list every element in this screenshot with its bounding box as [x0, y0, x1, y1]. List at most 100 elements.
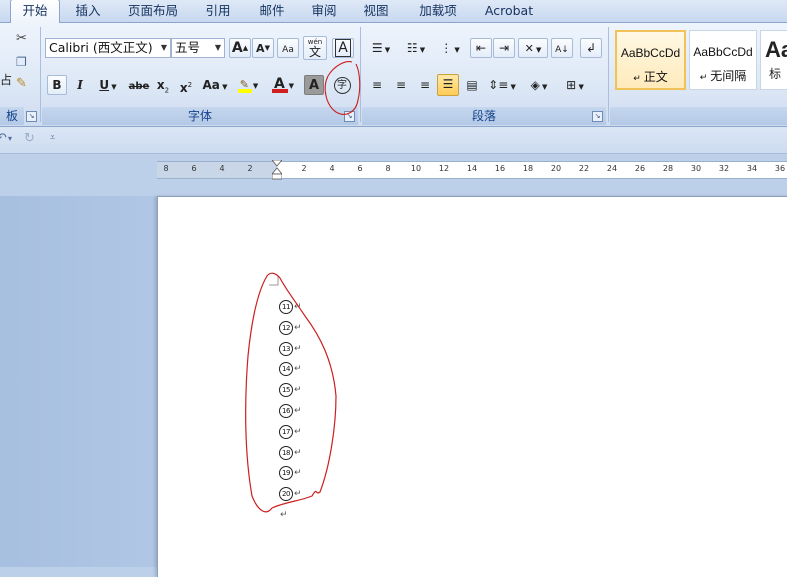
- chevron-down-icon: ▼: [214, 43, 221, 52]
- font-dialog-launcher[interactable]: ↘: [344, 111, 355, 122]
- chinese-layout-button[interactable]: ✕ ▼: [518, 38, 548, 58]
- text-highlight-button[interactable]: ✎ ▼: [233, 74, 265, 96]
- paragraph-dialog-launcher[interactable]: ↘: [592, 111, 603, 122]
- tab-references[interactable]: 引用: [196, 0, 240, 22]
- styles-group-label-bar: [610, 107, 787, 125]
- cut-icon[interactable]: ✂: [16, 31, 27, 46]
- italic-button[interactable]: I: [70, 75, 90, 95]
- customize-toolbar-icon[interactable]: ⩡: [50, 133, 55, 143]
- font-size-dropdown[interactable]: 五号 ▼: [171, 38, 225, 58]
- font-name-dropdown[interactable]: Calibri (西文正文) ▼: [45, 38, 171, 58]
- sort-button[interactable]: A↓: [551, 38, 573, 58]
- enclosed-number: 20: [279, 487, 293, 502]
- font-size-value: 五号: [175, 40, 201, 55]
- document-last-paragraph[interactable]: ↵: [279, 506, 288, 524]
- clear-formatting-button[interactable]: Aa: [277, 38, 299, 58]
- paragraph-mark: ↵: [294, 468, 302, 479]
- subscript-button[interactable]: x2: [153, 75, 173, 95]
- ruler-tick-label: 24: [606, 164, 618, 173]
- style-normal[interactable]: AaBbCcDd ↵ 正文: [615, 30, 686, 90]
- justify-button[interactable]: ☰: [437, 74, 459, 96]
- borders-button[interactable]: ⊞ ▼: [558, 75, 592, 95]
- quick-access-toolbar: ↶ ▾ ↻ ⩡: [0, 127, 787, 154]
- ruler-tick-label: 26: [634, 164, 646, 173]
- font-name-value: Calibri (西文正文): [49, 40, 153, 55]
- document-paragraph[interactable]: 16 ↵: [279, 402, 302, 420]
- copy-icon[interactable]: ❐: [16, 55, 27, 69]
- undo-icon[interactable]: ↶: [0, 131, 7, 146]
- multilevel-list-button[interactable]: ⋮ ▼: [435, 38, 465, 58]
- paragraph-mark: ↵: [280, 510, 288, 520]
- phonetic-guide-button[interactable]: wén 文: [303, 36, 327, 60]
- tab-home[interactable]: 开始: [10, 0, 60, 23]
- format-painter-icon[interactable]: ✎: [16, 76, 27, 91]
- shrink-font-button[interactable]: A▼: [252, 38, 274, 58]
- character-border-button[interactable]: A: [332, 38, 354, 58]
- shading-button[interactable]: ◈ ▼: [522, 75, 556, 95]
- grow-font-icon: A: [231, 40, 243, 56]
- document-paragraph[interactable]: 12 ↵: [279, 319, 302, 337]
- tab-review[interactable]: 审阅: [302, 0, 346, 22]
- document-page[interactable]: 11 ↵ 12 ↵ 13 ↵ 14 ↵ 15 ↵ 16 ↵ 17 ↵ 18 ↵ 19 ↵ 20 ↵ ↵: [157, 196, 787, 577]
- document-paragraph[interactable]: 19 ↵: [279, 464, 302, 482]
- paragraph-mark: ↵: [294, 426, 302, 437]
- numbering-button[interactable]: ☷ ▼: [400, 38, 432, 58]
- ribbon-tab-bar: 开始 插入 页面布局 引用 邮件 审阅 视图 加载项 Acrobat: [0, 0, 787, 23]
- tab-acrobat[interactable]: Acrobat: [478, 0, 540, 22]
- ruler-tick-label: 10: [410, 164, 422, 173]
- enclosed-number: 19: [279, 466, 293, 481]
- change-case-button[interactable]: Aa ▼: [199, 75, 231, 95]
- grow-font-button[interactable]: A▲: [229, 38, 251, 58]
- character-shading-button[interactable]: A: [304, 75, 324, 95]
- tab-mailings[interactable]: 邮件: [250, 0, 294, 22]
- chevron-down-icon[interactable]: ▾: [8, 134, 12, 143]
- paste-label-stub: 占: [0, 73, 13, 87]
- document-paragraph[interactable]: 20 ↵: [279, 485, 302, 503]
- line-spacing-button[interactable]: ⇕≡ ▼: [485, 75, 519, 95]
- underline-button[interactable]: U ▼: [93, 75, 123, 95]
- show-formatting-marks-button[interactable]: ↲: [580, 38, 602, 58]
- align-center-button[interactable]: ≡: [390, 75, 412, 95]
- horizontal-ruler[interactable]: 8 6 4 2 2 4 6 8 10 12 14 16 18 20 22 24 26 28 30 32 34 36: [157, 160, 787, 180]
- chinese-layout-icon: ✕: [524, 42, 534, 55]
- tab-insert[interactable]: 插入: [64, 0, 112, 22]
- increase-indent-icon: ⇥: [498, 41, 510, 55]
- tab-view[interactable]: 视图: [354, 0, 398, 22]
- enclose-characters-button[interactable]: 字: [330, 73, 354, 97]
- bold-button[interactable]: B: [47, 75, 67, 95]
- style-heading[interactable]: Aa 标: [760, 30, 787, 90]
- paragraph-mark: ↵: [294, 343, 302, 354]
- document-paragraph[interactable]: 14 ↵: [279, 360, 302, 378]
- style-no-spacing[interactable]: AaBbCcDd ↵ 无间隔: [689, 30, 757, 90]
- document-paragraph[interactable]: 15 ↵: [279, 381, 302, 399]
- bullets-button[interactable]: ☰ ▼: [365, 38, 397, 58]
- increase-indent-button[interactable]: ⇥: [493, 38, 515, 58]
- document-paragraph[interactable]: 13 ↵: [279, 340, 302, 358]
- ruler-tick-label: 4: [329, 164, 335, 173]
- align-right-button[interactable]: ≡: [414, 75, 436, 95]
- superscript-button[interactable]: x2: [176, 75, 196, 95]
- font-color-button[interactable]: A ▼: [268, 74, 300, 96]
- paragraph-mark: ↵: [294, 489, 302, 500]
- align-center-icon: ≡: [395, 78, 407, 92]
- clipboard-dialog-launcher[interactable]: ↘: [26, 111, 37, 122]
- align-left-button[interactable]: ≡: [366, 75, 388, 95]
- document-paragraph[interactable]: 18 ↵: [279, 444, 302, 462]
- document-canvas: 11 ↵ 12 ↵ 13 ↵ 14 ↵ 15 ↵ 16 ↵ 17 ↵ 18 ↵ 19 ↵ 20 ↵ ↵: [0, 196, 787, 577]
- distributed-button[interactable]: ▤: [461, 75, 483, 95]
- tab-page-layout[interactable]: 页面布局: [120, 0, 186, 22]
- distributed-icon: ▤: [466, 78, 478, 92]
- tab-addins[interactable]: 加载项: [408, 0, 468, 22]
- ruler-tick-label: 14: [466, 164, 478, 173]
- decrease-indent-button[interactable]: ⇤: [470, 38, 492, 58]
- document-paragraph[interactable]: 11 ↵: [279, 298, 302, 316]
- indent-marker-icon[interactable]: [272, 160, 282, 180]
- ruler-tick-label: 2: [247, 164, 253, 173]
- strikethrough-button[interactable]: abe: [127, 75, 151, 95]
- ruler-tick-label: 20: [550, 164, 562, 173]
- redo-icon[interactable]: ↻: [24, 131, 35, 146]
- document-paragraph[interactable]: 17 ↵: [279, 423, 302, 441]
- ruler-tick-label: 16: [494, 164, 506, 173]
- paint-bucket-icon: ◈: [530, 78, 540, 92]
- ruler-tick-label: 32: [718, 164, 730, 173]
